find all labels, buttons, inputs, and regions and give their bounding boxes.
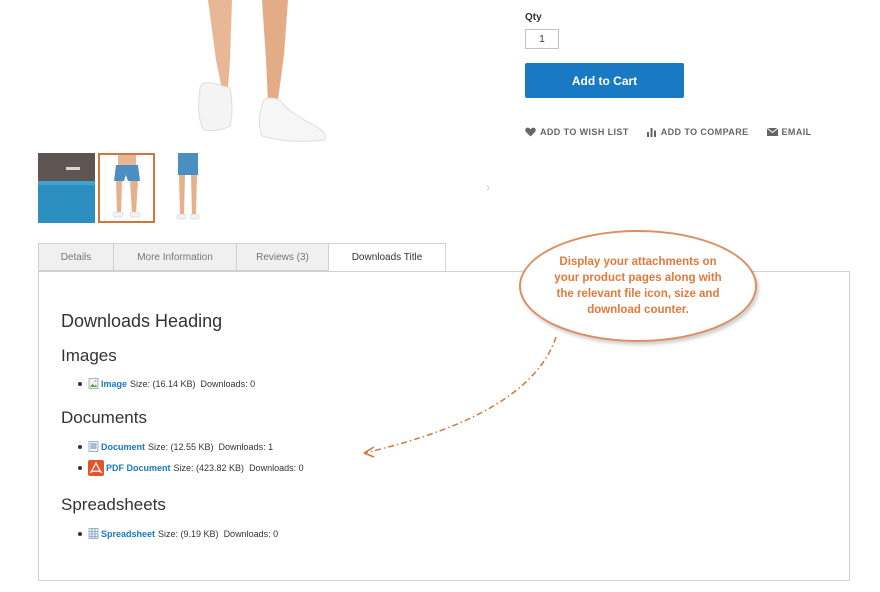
wishlist-label: ADD TO WISH LIST	[540, 127, 629, 137]
section-title-images: Images	[61, 346, 117, 365]
bullet	[78, 466, 82, 470]
callout-bubble: Display your attachments on your product…	[519, 230, 757, 342]
product-main-image[interactable]	[180, 0, 360, 150]
callout-arrow	[363, 336, 557, 458]
document-file-icon	[88, 441, 99, 452]
file-row-document: Document Size: (12.55 KB) Downloads: 1	[78, 441, 273, 452]
thumbnail-1[interactable]	[38, 153, 95, 223]
tab-more-information[interactable]: More Information	[113, 243, 236, 271]
file-link-image[interactable]: Image	[101, 379, 127, 389]
envelope-icon	[766, 128, 778, 136]
heart-icon	[525, 127, 536, 137]
bullet	[78, 444, 82, 449]
callout-text: Display your attachments on your product…	[554, 256, 722, 316]
compare-icon	[646, 128, 656, 137]
file-size: Size: (16.14 KB)	[130, 378, 196, 389]
product-social-actions: ADD TO WISH LIST ADD TO COMPARE EMAIL	[525, 127, 812, 137]
file-row-pdf: PDF Document Size: (423.82 KB) Downloads…	[78, 460, 304, 476]
add-to-wishlist-link[interactable]: ADD TO WISH LIST	[525, 127, 629, 137]
spreadsheet-file-icon	[88, 528, 99, 539]
file-row-spreadsheet: Spreadsheet Size: (9.19 KB) Downloads: 0	[78, 528, 278, 539]
file-size: Size: (12.55 KB)	[148, 441, 214, 452]
download-count: Downloads: 0	[249, 463, 304, 473]
bullet	[78, 531, 82, 536]
section-title-spreadsheets: Spreadsheets	[61, 495, 166, 514]
compare-label: ADD TO COMPARE	[660, 127, 749, 137]
file-size: Size: (423.82 KB)	[173, 463, 245, 473]
tab-reviews[interactable]: Reviews (3)	[236, 243, 328, 271]
gallery-next-arrow[interactable]: ›	[486, 180, 490, 194]
download-count: Downloads: 0	[200, 378, 256, 389]
qty-input[interactable]: 1	[525, 29, 559, 49]
file-link-document[interactable]: Document	[101, 442, 145, 452]
downloads-heading: Downloads Heading	[61, 311, 223, 331]
file-size: Size: (9.19 KB)	[158, 528, 219, 539]
qty-label: Qty	[525, 12, 542, 23]
section-title-documents: Documents	[61, 408, 147, 427]
image-file-icon	[88, 378, 99, 389]
email-link[interactable]: EMAIL	[766, 127, 812, 137]
download-count: Downloads: 1	[218, 441, 274, 452]
file-link-pdf[interactable]: PDF Document	[106, 463, 171, 473]
tab-downloads[interactable]: Downloads Title	[328, 243, 446, 272]
add-to-cart-button[interactable]: Add to Cart	[525, 63, 684, 98]
bullet	[78, 381, 82, 386]
thumbnail-2[interactable]	[98, 153, 155, 223]
add-to-compare-link[interactable]: ADD TO COMPARE	[646, 127, 749, 137]
pdf-file-icon	[88, 460, 104, 476]
tab-details[interactable]: Details	[38, 243, 113, 271]
product-info-tabs: Details More Information Reviews (3) Dow…	[38, 243, 446, 272]
download-count: Downloads: 0	[223, 528, 279, 539]
email-label: EMAIL	[781, 127, 812, 137]
file-row-image: Image Size: (16.14 KB) Downloads: 0	[78, 378, 255, 389]
file-link-spreadsheet[interactable]: Spreadsheet	[101, 529, 155, 539]
thumbnail-strip	[38, 153, 215, 223]
thumbnail-3[interactable]	[158, 153, 215, 223]
